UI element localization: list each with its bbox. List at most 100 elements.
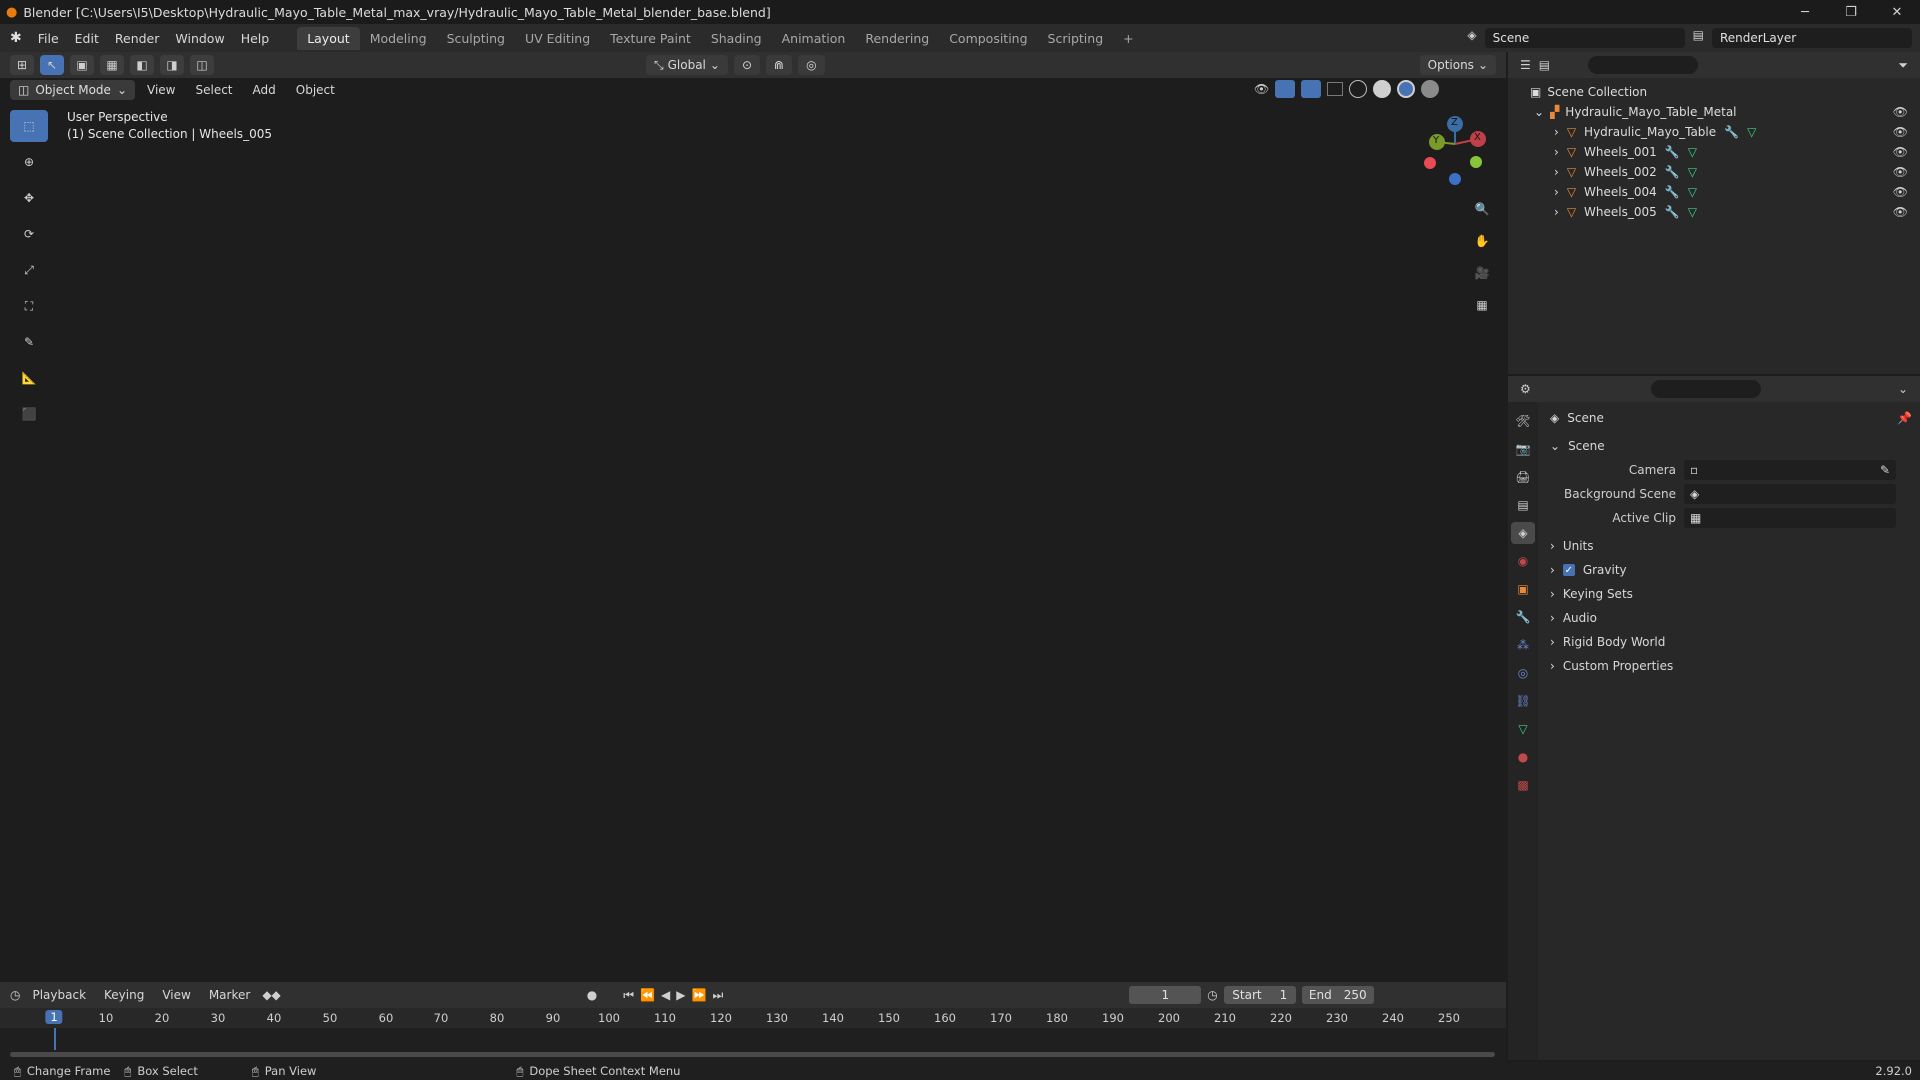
view-layer-tab-icon[interactable]: ▤	[1511, 494, 1535, 516]
xray-toggle-icon[interactable]	[1327, 82, 1344, 96]
navigation-gizmo[interactable]: Z X Y	[1420, 114, 1490, 190]
gravity-checkbox[interactable]: ✓	[1562, 564, 1575, 576]
outliner-row-collection[interactable]: ⌄ ▞ Hydraulic_Mayo_Table_Metal 👁	[1508, 102, 1920, 122]
selection-mode-intersect-icon[interactable]: ◫	[190, 55, 214, 75]
selection-mode-new-icon[interactable]: ▣	[70, 55, 94, 75]
selection-mode-extend-icon[interactable]: ▦	[100, 55, 124, 75]
properties-search-input[interactable]	[1650, 380, 1761, 398]
camera-field[interactable]: ▫ ✎	[1684, 460, 1896, 480]
next-keyframe-icon[interactable]: ⏩	[692, 988, 707, 1002]
camera-view-icon[interactable]: 🎥	[1468, 260, 1496, 286]
menu-timeline-view[interactable]: View	[156, 988, 196, 1002]
jump-end-icon[interactable]: ⏭	[712, 988, 723, 1003]
eyedropper-icon[interactable]: ✎	[1880, 463, 1890, 477]
display-mode-icon[interactable]: ▤	[1539, 58, 1550, 72]
menu-render[interactable]: Render	[107, 31, 168, 46]
chevron-down-icon[interactable]: ⌄	[1898, 382, 1908, 396]
outliner-row-object[interactable]: › ▽ Wheels_005 🔧 ▽ 👁	[1508, 202, 1920, 222]
outliner-search-input[interactable]	[1588, 56, 1699, 74]
object-mode-dropdown[interactable]: ◫ Object Mode ⌄	[10, 80, 135, 100]
mayo-table-model[interactable]	[380, 130, 1070, 960]
scale-icon[interactable]: ⤢	[10, 254, 48, 286]
tab-sculpting[interactable]: Sculpting	[437, 27, 515, 50]
end-frame-field[interactable]: End 250	[1301, 986, 1374, 1004]
material-tab-icon[interactable]: ●	[1511, 746, 1535, 768]
filter-icon[interactable]: ⏷	[1898, 58, 1908, 73]
play-reverse-icon[interactable]: ◀	[661, 988, 670, 1002]
menu-file[interactable]: File	[30, 31, 67, 46]
outliner-row-object[interactable]: › ▽ Wheels_004 🔧 ▽ 👁	[1508, 182, 1920, 202]
constraints-tab-icon[interactable]: ⛓	[1511, 690, 1535, 712]
outliner-editor-icon[interactable]: ☰	[1520, 58, 1531, 72]
timeline-ruler[interactable]: 1 10 20 30 40 50 60 70 80 90 100 110 120…	[0, 1008, 1506, 1028]
menu-keying[interactable]: Keying	[98, 988, 150, 1002]
output-tab-icon[interactable]: 🖨	[1511, 466, 1535, 488]
timeline-track-area[interactable]	[0, 1028, 1506, 1062]
menu-marker[interactable]: Marker	[203, 988, 256, 1002]
chevron-right-icon[interactable]: ›	[1554, 145, 1559, 159]
chevron-right-icon[interactable]: ›	[1554, 185, 1559, 199]
blender-menu-icon[interactable]: ✱	[10, 30, 22, 46]
eye-icon[interactable]: 👁	[1893, 205, 1908, 219]
tab-layout[interactable]: Layout	[297, 26, 360, 50]
texture-tab-icon[interactable]: ▩	[1511, 774, 1535, 796]
tab-scripting[interactable]: Scripting	[1038, 27, 1114, 50]
tab-compositing[interactable]: Compositing	[939, 27, 1037, 50]
playhead-line[interactable]	[54, 1028, 56, 1050]
menu-help[interactable]: Help	[233, 31, 278, 46]
snap-toggle[interactable]: ⋒	[766, 55, 793, 75]
options-dropdown[interactable]: Options ⌄	[1419, 55, 1496, 75]
selection-mode-subtract-icon[interactable]: ◧	[130, 55, 154, 75]
current-frame-field[interactable]: 1	[1129, 986, 1202, 1004]
cursor-icon[interactable]: ⊕	[10, 146, 48, 178]
overlays-toggle-icon[interactable]	[1301, 80, 1322, 98]
auto-key-icon[interactable]: ●	[587, 988, 597, 1002]
menu-object[interactable]: Object	[288, 83, 343, 97]
panel-scene-header[interactable]: ⌄ Scene	[1542, 434, 1916, 458]
rotate-icon[interactable]: ⟳	[10, 218, 48, 250]
3d-viewport[interactable]	[0, 52, 1506, 980]
chevron-right-icon[interactable]: ›	[1554, 165, 1559, 179]
active-clip-field[interactable]: ▦	[1684, 508, 1896, 528]
move-icon[interactable]: ✥	[10, 182, 48, 214]
panel-units[interactable]: › Units	[1542, 534, 1916, 558]
chevron-down-icon[interactable]: ⌄	[1534, 105, 1544, 119]
menu-window[interactable]: Window	[167, 31, 232, 46]
properties-editor-icon[interactable]: ⚙	[1520, 382, 1531, 396]
panel-rigid-body-world[interactable]: › Rigid Body World	[1542, 630, 1916, 654]
view-layer-selector[interactable]: RenderLayer	[1712, 28, 1912, 48]
panel-keying-sets[interactable]: › Keying Sets	[1542, 582, 1916, 606]
eye-icon[interactable]: 👁	[1893, 125, 1908, 139]
tab-shading[interactable]: Shading	[701, 27, 772, 50]
timeline-scrollbar[interactable]	[10, 1052, 1495, 1057]
3d-cursor-icon[interactable]	[730, 709, 750, 729]
scene-tab-icon[interactable]: ◈	[1511, 522, 1535, 544]
ortho-grid-icon[interactable]: ▦	[1468, 292, 1496, 318]
tab-uv-editing[interactable]: UV Editing	[515, 27, 600, 50]
chevron-right-icon[interactable]: ›	[1554, 125, 1559, 139]
solid-shading-icon[interactable]	[1373, 80, 1392, 98]
render-tab-icon[interactable]: 📷	[1511, 438, 1535, 460]
visibility-icon[interactable]: 👁	[1254, 82, 1269, 96]
select-tool-icon[interactable]: ↖	[40, 55, 64, 75]
tab-animation[interactable]: Animation	[772, 27, 856, 50]
menu-view[interactable]: View	[139, 83, 183, 97]
transform-orientation-dropdown[interactable]: ⤡ Global ⌄	[646, 55, 728, 75]
proportional-edit-toggle[interactable]: ◎	[798, 55, 825, 75]
outliner-row-object[interactable]: › ▽ Hydraulic_Mayo_Table 🔧 ▽ 👁	[1508, 122, 1920, 142]
eye-icon[interactable]: 👁	[1893, 105, 1908, 119]
modifier-tab-icon[interactable]: 🔧	[1511, 606, 1535, 628]
panel-audio[interactable]: › Audio	[1542, 606, 1916, 630]
pivot-point-dropdown[interactable]: ⊙	[733, 55, 761, 75]
menu-select[interactable]: Select	[187, 83, 240, 97]
tool-tab-icon[interactable]: 🛠	[1511, 410, 1535, 432]
selection-mode-invert-icon[interactable]: ◨	[160, 55, 184, 75]
close-button[interactable]: ✕	[1874, 0, 1920, 24]
prev-keyframe-icon[interactable]: ⏪	[640, 988, 655, 1002]
outliner-row-scene-collection[interactable]: ▣ Scene Collection	[1508, 82, 1920, 102]
background-scene-field[interactable]: ◈	[1684, 484, 1896, 504]
physics-tab-icon[interactable]: ◎	[1511, 662, 1535, 684]
scene-selector[interactable]: Scene	[1484, 28, 1685, 48]
select-box-icon[interactable]: ⬚	[10, 110, 48, 142]
world-tab-icon[interactable]: ◉	[1511, 550, 1535, 572]
